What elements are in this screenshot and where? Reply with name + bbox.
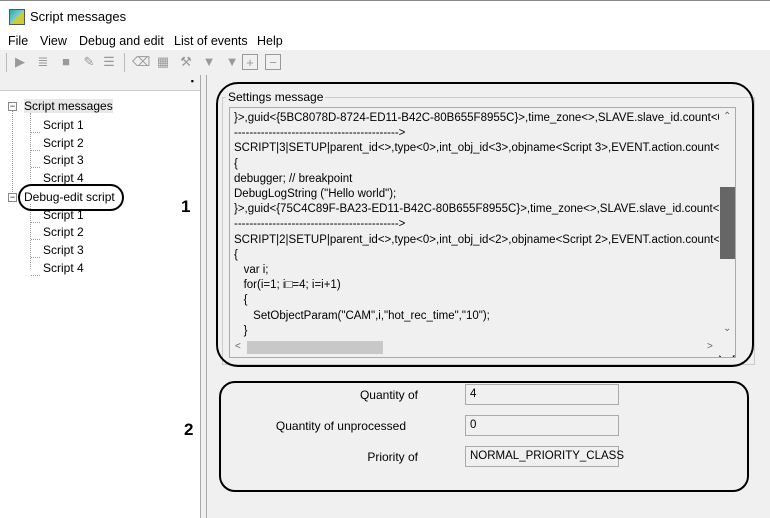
- tree-item[interactable]: Script 2: [43, 136, 84, 150]
- title-bar: Script messages: [0, 0, 770, 32]
- callout-outline-2: [219, 381, 749, 492]
- callout-number-1: 1: [181, 197, 191, 216]
- tools-icon[interactable]: ⚒: [178, 54, 194, 70]
- tree-item[interactable]: Script 3: [43, 153, 84, 167]
- menu-list-of-events[interactable]: List of events: [174, 34, 248, 48]
- window-title: Script messages: [30, 9, 127, 24]
- run-icon[interactable]: ▶: [12, 54, 28, 70]
- tree-item[interactable]: Script 3: [43, 243, 84, 257]
- tree-item[interactable]: Script 1: [43, 118, 84, 132]
- callout-outline-1: [216, 82, 754, 367]
- filter-clear-icon[interactable]: ▼: [224, 54, 240, 70]
- expand-icon[interactable]: +: [242, 54, 258, 70]
- toolbar: ▶ ≣ ■ ✎ ☰ ⌫ ▦ ⚒ ▼ ▼ + −: [0, 50, 770, 75]
- collapse-toggle[interactable]: −: [8, 102, 17, 111]
- tree-item[interactable]: Script 4: [43, 261, 84, 275]
- pane-header: ▪: [0, 75, 200, 91]
- menu-debug-and-edit[interactable]: Debug and edit: [79, 34, 164, 48]
- app-icon: [9, 9, 25, 25]
- splitter[interactable]: [201, 75, 207, 518]
- filter-icon[interactable]: ▼: [201, 54, 217, 70]
- list-icon[interactable]: ☰: [101, 54, 117, 70]
- edit-icon[interactable]: ✎: [81, 54, 97, 70]
- tree-node-script-messages[interactable]: Script messages: [24, 99, 113, 113]
- menu-file[interactable]: File: [8, 34, 28, 48]
- tree-item[interactable]: Script 2: [43, 225, 84, 239]
- collapse-icon[interactable]: −: [265, 54, 281, 70]
- step-icon[interactable]: ≣: [35, 54, 51, 70]
- menu-bar: File View Debug and edit List of events …: [0, 32, 770, 50]
- callout-outline-tree: [18, 184, 124, 211]
- tree-item[interactable]: Script 4: [43, 171, 84, 185]
- callout-number-2: 2: [184, 420, 194, 439]
- pin-icon[interactable]: ▪: [191, 76, 194, 86]
- collapse-toggle[interactable]: −: [8, 193, 17, 202]
- eraser-icon[interactable]: ⌫: [132, 54, 150, 70]
- save-icon[interactable]: ■: [58, 54, 74, 70]
- menu-help[interactable]: Help: [257, 34, 283, 48]
- grid-icon[interactable]: ▦: [155, 54, 171, 70]
- menu-view[interactable]: View: [40, 34, 67, 48]
- tree-pane: ▪ − Script messages Script 1 Script 2 Sc…: [0, 75, 201, 518]
